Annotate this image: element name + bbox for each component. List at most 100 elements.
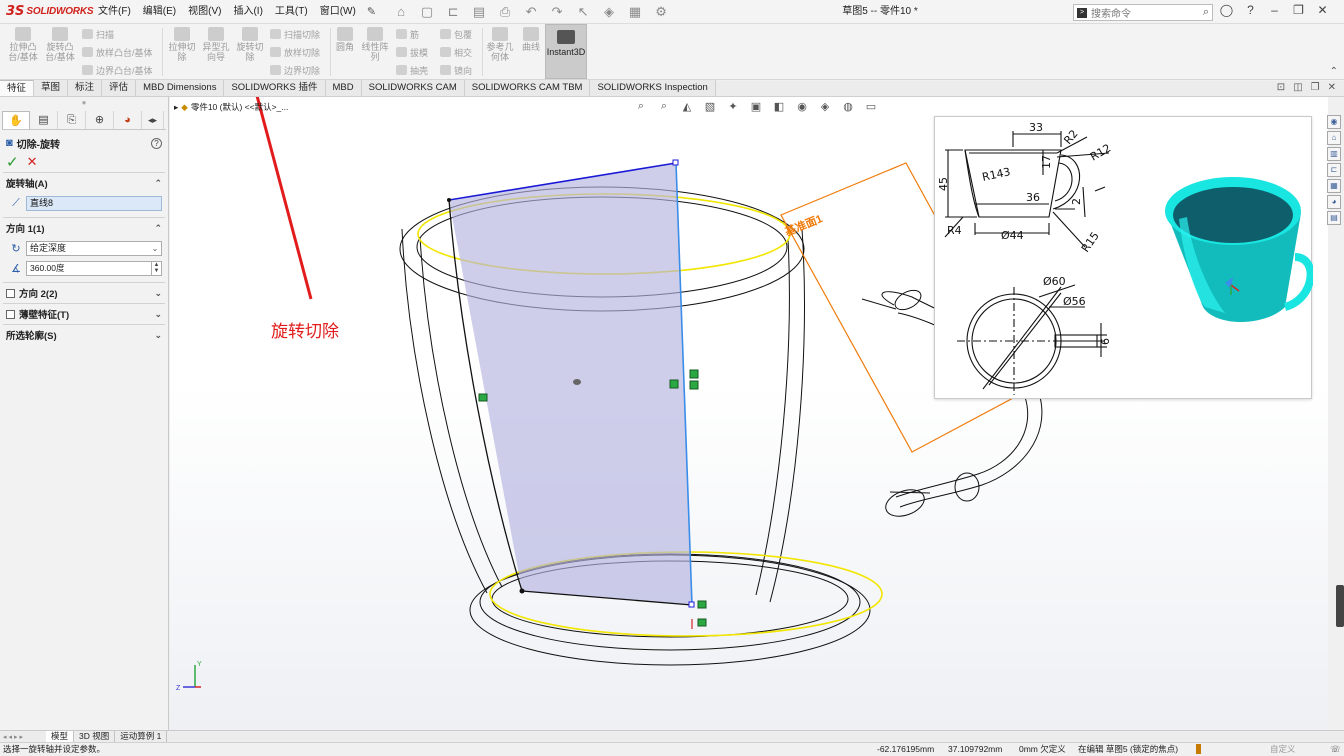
sketch-point-top[interactable]: [672, 159, 679, 166]
hide-show-items-icon[interactable]: ◉: [793, 100, 811, 113]
file-explorer-icon[interactable]: ⊏: [1327, 163, 1341, 177]
sketch-point-bottom-left[interactable]: [519, 588, 525, 594]
relation-marker-icon[interactable]: [689, 380, 699, 390]
tab-features[interactable]: 特征: [0, 80, 35, 96]
configuration-manager-tab-icon[interactable]: ⎘: [58, 111, 86, 129]
direction1-header[interactable]: 方向 1(1) ⌃: [3, 218, 165, 238]
cancel-x-icon[interactable]: ✕: [27, 154, 38, 170]
tab-solidworks-inspection[interactable]: SOLIDWORKS Inspection: [590, 80, 716, 96]
custom-properties-icon[interactable]: ▤: [1327, 211, 1341, 225]
tab-solidworks-cam-tbm[interactable]: SOLIDWORKS CAM TBM: [464, 80, 591, 96]
tab-mbd[interactable]: MBD: [325, 80, 362, 96]
view-settings-icon[interactable]: ▭: [862, 100, 880, 113]
dynamic-annotation-icon[interactable]: ✦: [724, 100, 742, 113]
right-edge-handle[interactable]: [1336, 585, 1344, 627]
draft-button[interactable]: 拔模: [396, 44, 428, 60]
save-icon[interactable]: ▤: [469, 4, 489, 20]
user-account-icon[interactable]: ◯: [1218, 3, 1235, 17]
reference-geometry-button[interactable]: 参考几 何体: [484, 24, 516, 62]
menu-edit[interactable]: 编辑(E): [137, 0, 182, 24]
curves-button[interactable]: 曲线: [518, 24, 544, 52]
relation-marker-icon[interactable]: [478, 393, 488, 402]
extrude-cut-button[interactable]: 拉伸切 除: [166, 24, 198, 62]
relation-marker-icon[interactable]: [697, 600, 707, 609]
relation-marker-icon[interactable]: [669, 379, 679, 389]
reverse-direction-icon[interactable]: ↻: [6, 242, 26, 255]
thin-feature-header[interactable]: 薄壁特征(T) ⌄: [3, 304, 165, 324]
tab-model[interactable]: 模型: [46, 730, 75, 743]
property-manager-tab-icon[interactable]: ▤: [30, 111, 58, 129]
file-properties-icon[interactable]: ▦: [625, 4, 645, 20]
design-library-icon[interactable]: ▥: [1327, 147, 1341, 161]
rebuild-icon[interactable]: ◈: [599, 4, 619, 20]
section-view-icon[interactable]: ▧: [701, 100, 719, 113]
close-view-icon[interactable]: ✕: [1328, 82, 1336, 93]
loft-boss-button[interactable]: 放样凸台/基体: [82, 44, 153, 60]
display-style-icon[interactable]: ◧: [770, 100, 788, 113]
hole-wizard-button[interactable]: 异型孔 向导: [200, 24, 232, 62]
sweep-button[interactable]: 扫描: [82, 26, 114, 42]
rebuild-indicator-icon[interactable]: [1196, 744, 1201, 754]
angle-input[interactable]: 360.00度 ▲ ▼: [26, 260, 162, 276]
close-icon[interactable]: ✕: [1314, 3, 1331, 17]
revolve-cut-button[interactable]: 旋转切 除: [234, 24, 266, 62]
revolve-profile-fill[interactable]: [449, 163, 692, 605]
relation-marker-icon[interactable]: [689, 369, 699, 379]
menu-insert[interactable]: 插入(I): [227, 0, 268, 24]
sketch-point-bottom[interactable]: [688, 601, 695, 608]
edit-appearance-icon[interactable]: ◈: [816, 100, 834, 113]
split-view-icon[interactable]: ◫: [1293, 82, 1302, 93]
pin-menu-icon[interactable]: ✎: [362, 5, 381, 18]
dimxpert-manager-tab-icon[interactable]: ⊕: [86, 111, 114, 129]
tab-solidworks-cam[interactable]: SOLIDWORKS CAM: [361, 80, 465, 96]
collapse-ribbon-chevron-icon[interactable]: ⌃: [1330, 66, 1338, 77]
feature-manager-tab-icon[interactable]: ✋: [2, 111, 30, 129]
intersect-button[interactable]: 相交: [440, 44, 472, 60]
end-condition-select[interactable]: 给定深度 ⌄: [26, 240, 162, 256]
expand-arrow-icon[interactable]: ▸: [174, 102, 178, 113]
angle-spinner-icon[interactable]: ▲ ▼: [151, 261, 161, 275]
shell-button[interactable]: 抽壳: [396, 62, 428, 78]
home-icon[interactable]: ⌂: [391, 4, 411, 19]
restore-view-icon[interactable]: ❐: [1311, 82, 1320, 93]
search-commands-input[interactable]: > 搜索命令 ⌕: [1073, 4, 1213, 21]
swept-cut-button[interactable]: 扫描切除: [270, 26, 320, 42]
tab-markup[interactable]: 标注: [68, 80, 103, 96]
display-manager-tab-icon[interactable]: ◕: [114, 111, 142, 129]
relation-marker-icon[interactable]: [697, 618, 707, 627]
zoom-to-fit-icon[interactable]: ⌕: [632, 100, 650, 113]
mirror-button[interactable]: 镜向: [440, 62, 472, 78]
menu-tools[interactable]: 工具(T): [269, 0, 314, 24]
fillet-button[interactable]: 圆角: [332, 24, 358, 52]
apply-scene-icon[interactable]: ◍: [839, 100, 857, 113]
previous-view-icon[interactable]: ◭: [678, 100, 696, 113]
sketch-point-top-left[interactable]: [447, 198, 451, 202]
boundary-boss-button[interactable]: 边界凸台/基体: [82, 62, 153, 78]
ok-checkmark-icon[interactable]: ✓: [6, 153, 19, 171]
minimize-icon[interactable]: –: [1266, 3, 1283, 17]
revolve-boss-button[interactable]: 旋转凸 台/基体: [42, 24, 78, 62]
search-icon[interactable]: ⌕: [1203, 6, 1212, 19]
redo-icon[interactable]: ↷: [547, 4, 567, 20]
new-document-icon[interactable]: ▢: [417, 4, 437, 20]
thin-feature-checkbox[interactable]: [6, 309, 15, 319]
instant3d-button[interactable]: Instant3D: [545, 24, 587, 79]
help-button[interactable]: ?: [151, 137, 162, 149]
appearances-icon[interactable]: ◕: [1327, 195, 1341, 209]
tab-mbd-dimensions[interactable]: MBD Dimensions: [136, 80, 225, 96]
options-gear-icon[interactable]: ⚙: [651, 4, 671, 20]
chat-icon[interactable]: ☏: [1330, 743, 1341, 756]
rib-button[interactable]: 筋: [396, 26, 419, 42]
axis-section-header[interactable]: 旋转轴(A) ⌃: [3, 173, 165, 193]
extrude-boss-button[interactable]: 拉伸凸 台/基体: [6, 24, 40, 62]
view-palette-icon[interactable]: ▦: [1327, 179, 1341, 193]
direction2-header[interactable]: 方向 2(2) ⌄: [3, 283, 165, 303]
linear-pattern-button[interactable]: 线性阵 列: [360, 24, 390, 62]
restore-icon[interactable]: ❐: [1290, 3, 1307, 17]
tile-view-icon[interactable]: ⊡: [1277, 82, 1285, 93]
tab-solidworks-addins[interactable]: SOLIDWORKS 插件: [224, 80, 326, 96]
units-custom[interactable]: 自定义: [1270, 743, 1296, 756]
menu-window[interactable]: 窗口(W): [314, 0, 362, 24]
boundary-cut-button[interactable]: 边界切除: [270, 62, 320, 78]
tab-motion-study-1[interactable]: 运动算例 1: [115, 730, 168, 743]
